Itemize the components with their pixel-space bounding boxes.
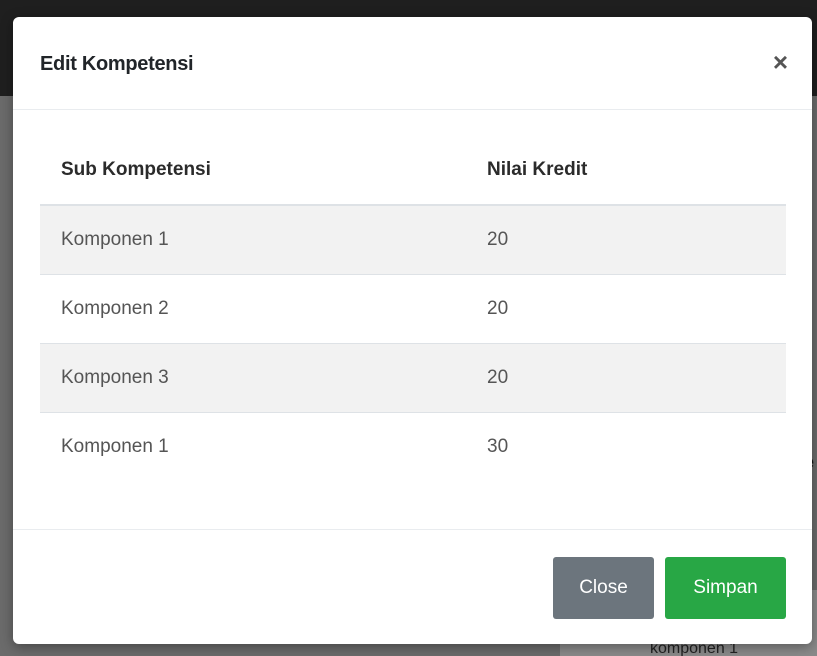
column-header-sub-kompetensi: Sub Kompetensi bbox=[40, 136, 466, 206]
modal-footer: Close Simpan bbox=[13, 529, 812, 644]
column-header-nilai-kredit: Nilai Kredit bbox=[466, 136, 786, 206]
table-row: Komponen 1 30 bbox=[40, 412, 786, 481]
save-button[interactable]: Simpan bbox=[665, 557, 786, 619]
cell-sub-kompetensi: Komponen 2 bbox=[40, 274, 466, 344]
cell-nilai-kredit: 20 bbox=[466, 343, 786, 413]
close-button[interactable]: Close bbox=[553, 557, 654, 619]
table-header-row: Sub Kompetensi Nilai Kredit bbox=[40, 136, 786, 206]
edit-kompetensi-modal: Edit Kompetensi × Sub Kompetensi Nilai K… bbox=[13, 17, 812, 644]
table-row: Komponen 2 20 bbox=[40, 274, 786, 344]
cell-nilai-kredit: 20 bbox=[466, 204, 786, 275]
modal-title: Edit Kompetensi bbox=[40, 53, 194, 75]
close-icon[interactable]: × bbox=[773, 49, 788, 75]
cell-nilai-kredit: 20 bbox=[466, 274, 786, 344]
cell-sub-kompetensi: Komponen 1 bbox=[40, 204, 466, 275]
kompetensi-table: Sub Kompetensi Nilai Kredit Komponen 1 2… bbox=[40, 136, 786, 481]
modal-header: Edit Kompetensi × bbox=[13, 17, 812, 110]
cell-sub-kompetensi: Komponen 1 bbox=[40, 412, 466, 481]
table-row: Komponen 1 20 bbox=[40, 204, 786, 275]
table-row: Komponen 3 20 bbox=[40, 343, 786, 413]
cell-nilai-kredit: 30 bbox=[466, 412, 786, 481]
cell-sub-kompetensi: Komponen 3 bbox=[40, 343, 466, 413]
